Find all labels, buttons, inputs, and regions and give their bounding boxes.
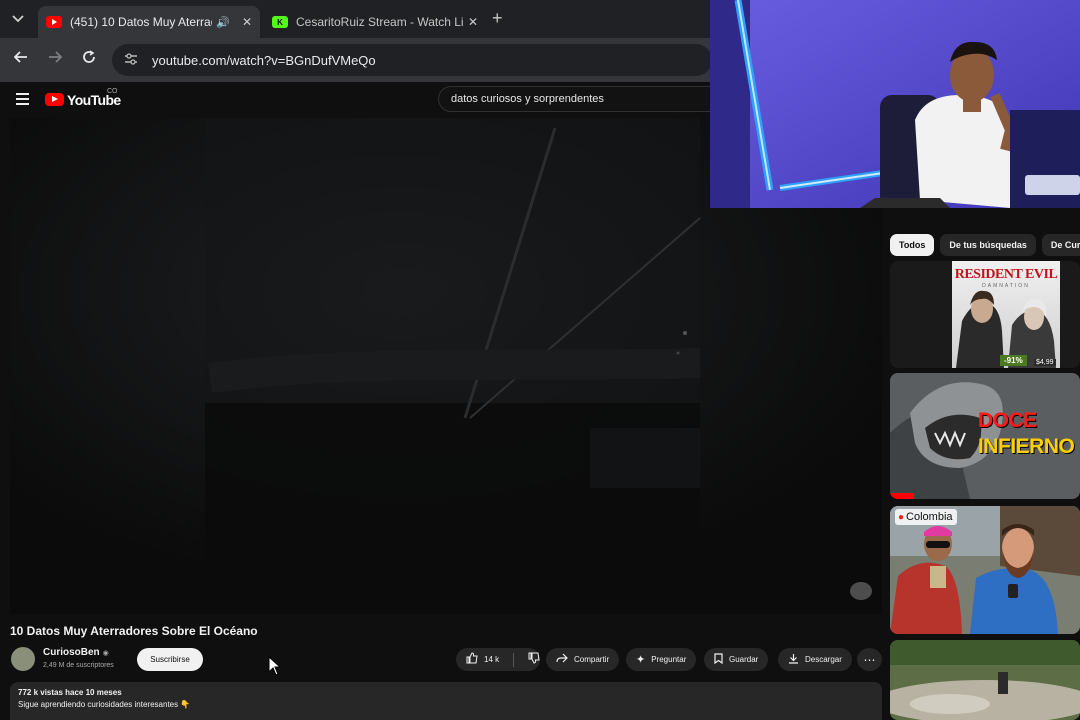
share-arrow-icon — [556, 653, 568, 666]
recommendation-thumbnail[interactable] — [890, 640, 1080, 720]
poster-art — [956, 290, 1056, 368]
views-and-date: 772 k vistas hace 10 meses — [18, 688, 122, 697]
recommendation-thumbnail[interactable]: ● Colombia — [890, 506, 1080, 634]
description-box[interactable]: 772 k vistas hace 10 meses Sigue aprendi… — [10, 682, 882, 720]
back-arrow-icon[interactable] — [13, 50, 28, 67]
like-count: 14 k — [484, 655, 500, 664]
menu-icon[interactable] — [16, 93, 29, 105]
tab-youtube[interactable]: (451) 10 Datos Muy Aterrad 🔊 ✕ — [38, 6, 260, 38]
share-label: Compartir — [574, 655, 610, 664]
save-label: Guardar — [729, 655, 759, 664]
site-settings-icon[interactable] — [124, 52, 138, 68]
download-icon — [788, 653, 799, 667]
thumbnail-art — [890, 640, 1080, 720]
chevron-down-icon[interactable] — [6, 8, 30, 30]
address-bar[interactable]: youtube.com/watch?v=BGnDufVMeQo — [112, 44, 712, 76]
channel-avatar[interactable] — [11, 647, 35, 671]
forward-arrow-icon[interactable] — [48, 50, 63, 67]
location-label: Colombia — [906, 511, 953, 523]
tab-title: (451) 10 Datos Muy Aterrad — [70, 15, 213, 29]
discount-badge: -91% — [1000, 355, 1027, 366]
mouse-cursor-icon — [268, 656, 282, 676]
sparkle-icon: ✦ — [636, 654, 646, 666]
subscriber-count: 2,49 M de suscriptores — [43, 662, 114, 669]
ask-label: Preguntar — [651, 655, 687, 664]
url-text: youtube.com/watch?v=BGnDufVMeQo — [152, 52, 376, 68]
location-tag: ● Colombia — [895, 509, 957, 525]
close-icon[interactable]: ✕ — [242, 15, 252, 29]
kick-icon: K — [272, 16, 288, 28]
country-code: CO — [107, 88, 118, 95]
chip-de-curiosoben[interactable]: De CuriosoBen — [1041, 234, 1080, 256]
like-dislike-group: 14 k — [456, 648, 540, 671]
thumbnail-text-doce: DOCE — [978, 409, 1037, 432]
download-button[interactable]: Descargar — [778, 648, 852, 671]
youtube-icon — [46, 16, 62, 28]
youtube-logo-icon[interactable] — [45, 93, 64, 106]
search-input[interactable]: datos curiosos y sorprendentes — [438, 86, 738, 112]
screen: (451) 10 Datos Muy Aterrad 🔊 ✕ K Cesarit… — [0, 0, 1080, 720]
tab-title: CesaritoRuiz Stream - Watch Li — [296, 15, 464, 29]
chip-todos[interactable]: Todos — [890, 234, 935, 256]
verified-icon: ◉ — [102, 650, 109, 657]
thumbs-down-icon[interactable] — [528, 652, 540, 667]
subscribe-button[interactable]: Suscribirse — [137, 648, 203, 671]
webcam-image — [710, 0, 1080, 208]
video-title: 10 Datos Muy Aterradores Sobre El Océano — [10, 624, 258, 638]
share-button[interactable]: Compartir — [546, 648, 620, 671]
price-label: $4,99 — [1034, 359, 1056, 366]
thumbs-up-icon — [466, 652, 478, 667]
new-tab-button[interactable]: + — [492, 8, 503, 29]
reload-icon[interactable] — [82, 50, 96, 68]
channel-name-text[interactable]: CuriosoBen — [43, 647, 100, 658]
resident-evil-poster: RESIDENT EVIL DAMNATION -91% $4,99 — [952, 261, 1060, 368]
recommendation-thumbnail[interactable]: DOCE INFIERNO — [890, 373, 1080, 499]
speaker-icon[interactable]: 🔊 — [216, 16, 230, 29]
location-pin-icon: ● — [898, 511, 905, 523]
description-text: Sigue aprendiendo curiosidades interesan… — [18, 700, 191, 709]
webcam-overlay — [710, 0, 1080, 208]
divider — [513, 652, 514, 667]
like-button[interactable]: 14 k — [466, 652, 499, 667]
save-button[interactable]: Guardar — [704, 648, 769, 671]
recommendation-thumbnail[interactable]: RESIDENT EVIL DAMNATION -91% $4,99 — [890, 261, 1080, 368]
download-label: Descargar — [805, 655, 842, 664]
filter-chips: Todos De tus búsquedas De CuriosoBen — [890, 234, 1080, 256]
tab-kick[interactable]: K CesaritoRuiz Stream - Watch Li ✕ — [264, 6, 486, 38]
channel-name[interactable]: CuriosoBen ◉ — [43, 647, 109, 658]
close-icon[interactable]: ✕ — [468, 15, 478, 29]
thumbnail-text-infierno: INFIERNO — [978, 435, 1075, 458]
bookmark-icon — [714, 652, 723, 667]
ask-button[interactable]: ✦ Preguntar — [626, 648, 697, 671]
channel-watermark-icon — [850, 582, 872, 600]
thumbnail-art — [890, 506, 1080, 634]
chip-de-tus-busquedas[interactable]: De tus búsquedas — [940, 234, 1036, 256]
more-options-icon[interactable]: ⋯ — [857, 648, 882, 671]
